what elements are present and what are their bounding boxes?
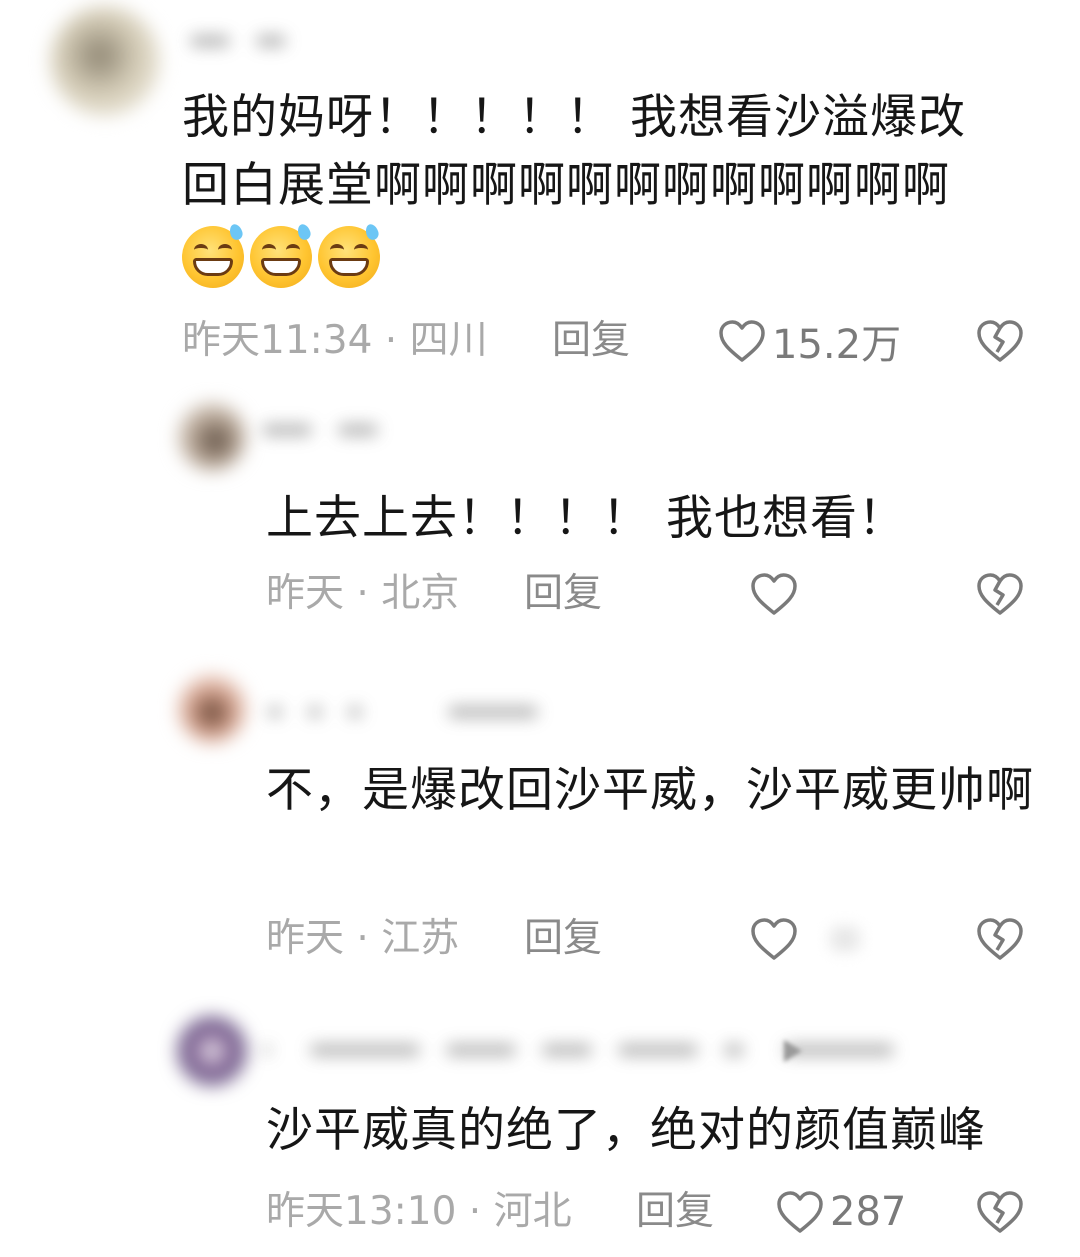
- comment-item: 上去上去！！！！ 我也想看！ 昨天 · 北京 回复: [0, 375, 1080, 645]
- emoji-row: [182, 222, 386, 290]
- broken-heart-icon[interactable]: [976, 317, 1024, 365]
- heart-icon: [751, 918, 797, 960]
- comment-item: 我的妈呀！！！！！ 我想看沙溢爆改 回白展堂啊啊啊啊啊啊啊啊啊啊啊啊 昨天11:…: [0, 0, 1080, 375]
- reply-button[interactable]: 回复: [524, 914, 602, 964]
- like-count-blurred: [830, 926, 860, 952]
- reply-button[interactable]: 回复: [552, 316, 630, 366]
- broken-heart-icon[interactable]: [976, 915, 1024, 963]
- sweat-grin-emoji: [250, 222, 313, 288]
- heart-icon: [719, 320, 765, 362]
- username-blurred[interactable]: [268, 697, 628, 727]
- comment-meta: 昨天13:10 · 河北: [266, 1189, 572, 1234]
- broken-heart-icon[interactable]: [976, 1188, 1024, 1236]
- comment-item: 不，是爆改回沙平威，沙平威更帅啊 昨天 · 江苏 回复: [0, 645, 1080, 1005]
- broken-heart-icon[interactable]: [976, 570, 1024, 618]
- heart-icon: [751, 573, 797, 615]
- like-button[interactable]: [750, 569, 804, 619]
- comment-text: 我的妈呀！！！！！ 我想看沙溢爆改 回白展堂啊啊啊啊啊啊啊啊啊啊啊啊: [182, 90, 966, 213]
- username-blurred[interactable]: [262, 415, 442, 445]
- avatar[interactable]: [178, 1017, 246, 1085]
- avatar[interactable]: [50, 6, 160, 116]
- comment-item: 沙平威真的绝了，绝对的颜值巅峰 昨天13:10 · 河北 回复 287: [0, 1005, 1080, 1257]
- comment-text: 上去上去！！！！ 我也想看！: [266, 491, 906, 546]
- comment-meta: 昨天 · 江苏: [266, 916, 460, 961]
- comment-meta: 昨天 · 北京: [266, 571, 460, 616]
- sweat-grin-emoji: [318, 222, 381, 288]
- like-button[interactable]: 15.2万: [718, 316, 901, 368]
- avatar[interactable]: [178, 403, 246, 471]
- like-button[interactable]: 287: [776, 1187, 906, 1237]
- reply-button[interactable]: 回复: [636, 1187, 714, 1237]
- like-count: 15.2万: [772, 322, 902, 368]
- like-count: 287: [830, 1189, 907, 1235]
- comment-meta: 昨天11:34 · 四川: [182, 318, 488, 363]
- comment-text: 不，是爆改回沙平威，沙平威更帅啊: [266, 763, 1034, 818]
- reply-button[interactable]: 回复: [524, 569, 602, 619]
- username-blurred[interactable]: [264, 1035, 1004, 1065]
- like-button[interactable]: [750, 914, 804, 964]
- play-triangle-icon: [784, 1040, 802, 1062]
- avatar[interactable]: [178, 675, 246, 743]
- username-blurred[interactable]: [190, 26, 390, 56]
- sweat-grin-emoji: [182, 222, 245, 288]
- heart-icon: [777, 1191, 823, 1233]
- comment-text: 沙平威真的绝了，绝对的颜值巅峰: [266, 1103, 986, 1158]
